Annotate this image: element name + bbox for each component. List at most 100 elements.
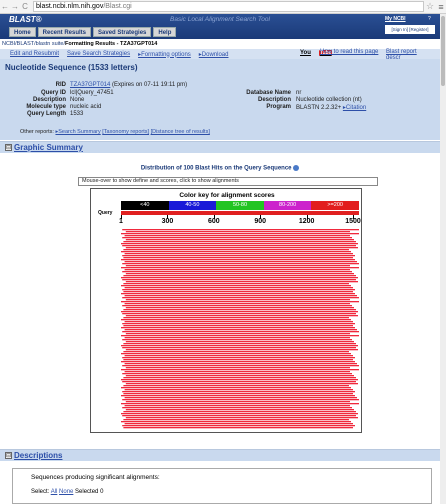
hit-bar[interactable] [124,253,353,255]
descriptions-header[interactable]: ⊟ Descriptions [0,449,440,461]
tab-help[interactable]: Help [153,27,177,37]
hit-bar[interactable] [121,379,358,381]
hit-bar[interactable] [123,419,350,421]
page-scrollbar[interactable] [440,14,446,504]
hit-bar[interactable] [121,387,351,389]
hit-bar[interactable] [125,349,358,351]
my-ncbi-link[interactable]: My NCBI [385,16,406,22]
hit-bar[interactable] [125,383,358,385]
scrollbar-thumb[interactable] [441,16,445,86]
signin-link[interactable]: [Sign In] [Register] [385,25,435,34]
hit-bar[interactable] [122,381,356,383]
graphic-summary-header[interactable]: ⊟ Graphic Summary [0,141,440,153]
hit-bar[interactable] [123,291,354,293]
hit-bar[interactable] [121,267,359,269]
hit-bar[interactable] [121,319,351,321]
hit-bar[interactable] [122,279,356,281]
select-all-link[interactable]: All [51,489,58,495]
hit-bar[interactable] [123,283,350,285]
hit-bar[interactable] [122,289,355,291]
hit-bars[interactable] [91,229,363,429]
hit-bar[interactable] [124,389,353,391]
hit-bar[interactable] [124,235,350,237]
hit-bar[interactable] [122,313,356,315]
hit-bar[interactable] [124,329,357,331]
hit-bar[interactable] [123,241,357,243]
select-none-link[interactable]: None [59,489,73,495]
hit-bar[interactable] [122,297,359,299]
hit-bar[interactable] [125,401,350,403]
hit-bar[interactable] [124,321,353,323]
hit-bar[interactable] [124,295,357,297]
crumb-ncbi[interactable]: NCBI/ [2,41,17,47]
hit-bar[interactable] [123,351,350,353]
collapse-icon[interactable]: ⊟ [5,452,12,459]
hit-bar[interactable] [121,285,351,287]
hit-bar[interactable] [121,251,351,253]
address-bar[interactable]: blast.ncbi.nlm.nih.gov/Blast.cgi [33,1,424,12]
hit-bar[interactable] [121,301,359,303]
hit-bar[interactable] [122,229,359,231]
hit-bar[interactable] [123,343,357,345]
hit-bar[interactable] [123,309,357,311]
hit-bar[interactable] [123,385,350,387]
hit-bar[interactable] [125,315,358,317]
collapse-icon[interactable]: ⊟ [5,144,12,151]
crumb-blast[interactable]: BLAST/ [17,41,36,47]
hit-bar[interactable] [123,427,354,429]
tab-saved-strategies[interactable]: Saved Strategies [93,27,152,37]
hit-bar[interactable] [124,287,353,289]
hit-bar[interactable] [123,393,354,395]
hit-bar[interactable] [121,293,355,295]
hit-bar[interactable] [123,325,354,327]
hit-bar[interactable] [123,377,357,379]
rid-link[interactable]: TZA37GPT014 [70,82,110,88]
how-to-read-link[interactable]: How to read this page [320,49,378,55]
hit-bar[interactable] [124,363,357,365]
hit-bar[interactable] [122,323,355,325]
reload-icon[interactable]: C [20,2,30,11]
hit-bar[interactable] [124,371,350,373]
hit-bar[interactable] [124,405,350,407]
hit-bar[interactable] [121,259,355,261]
search-summary-link[interactable]: ▸Search Summary [55,129,100,135]
hit-bar[interactable] [122,255,355,257]
hit-bar[interactable] [125,375,354,377]
hit-bar[interactable] [122,415,356,417]
hit-bar[interactable] [125,333,350,335]
hit-bar[interactable] [123,359,354,361]
tab-recent-results[interactable]: Recent Results [37,27,92,37]
taxonomy-link[interactable]: [Taxonomy reports] [102,129,149,135]
hit-bar[interactable] [121,413,358,415]
hit-bar[interactable] [125,367,350,369]
download-link[interactable]: ▸Download [199,51,229,58]
hit-bar[interactable] [124,269,350,271]
hit-bar[interactable] [121,311,358,313]
hit-bar[interactable] [122,305,352,307]
hit-bar[interactable] [123,411,357,413]
hit-bar[interactable] [121,345,358,347]
hit-bar[interactable] [123,257,354,259]
hit-bar[interactable] [124,423,353,425]
hit-bar[interactable] [122,339,352,341]
hit-bar[interactable] [122,331,359,333]
hit-bar[interactable] [125,265,350,267]
hit-bar[interactable] [122,263,359,265]
hit-bar[interactable] [121,243,358,245]
hit-bar[interactable] [125,281,358,283]
hit-bar[interactable] [121,361,355,363]
hit-bar[interactable] [123,275,357,277]
save-strategies-link[interactable]: Save Search Strategies [67,51,130,57]
hit-bar[interactable] [124,303,350,305]
graphic-summary-title[interactable]: Graphic Summary [14,143,83,152]
descriptions-title[interactable]: Descriptions [14,451,62,460]
bookmark-star-icon[interactable]: ☆ [424,1,436,12]
hit-bar[interactable] [124,397,357,399]
hit-bar[interactable] [125,307,354,309]
hit-bar[interactable] [125,239,354,241]
info-icon[interactable] [293,165,300,171]
back-icon[interactable]: ← [0,2,10,11]
tab-home[interactable]: Home [9,27,36,37]
hit-bar[interactable] [121,335,359,337]
hit-bar[interactable] [123,249,350,251]
